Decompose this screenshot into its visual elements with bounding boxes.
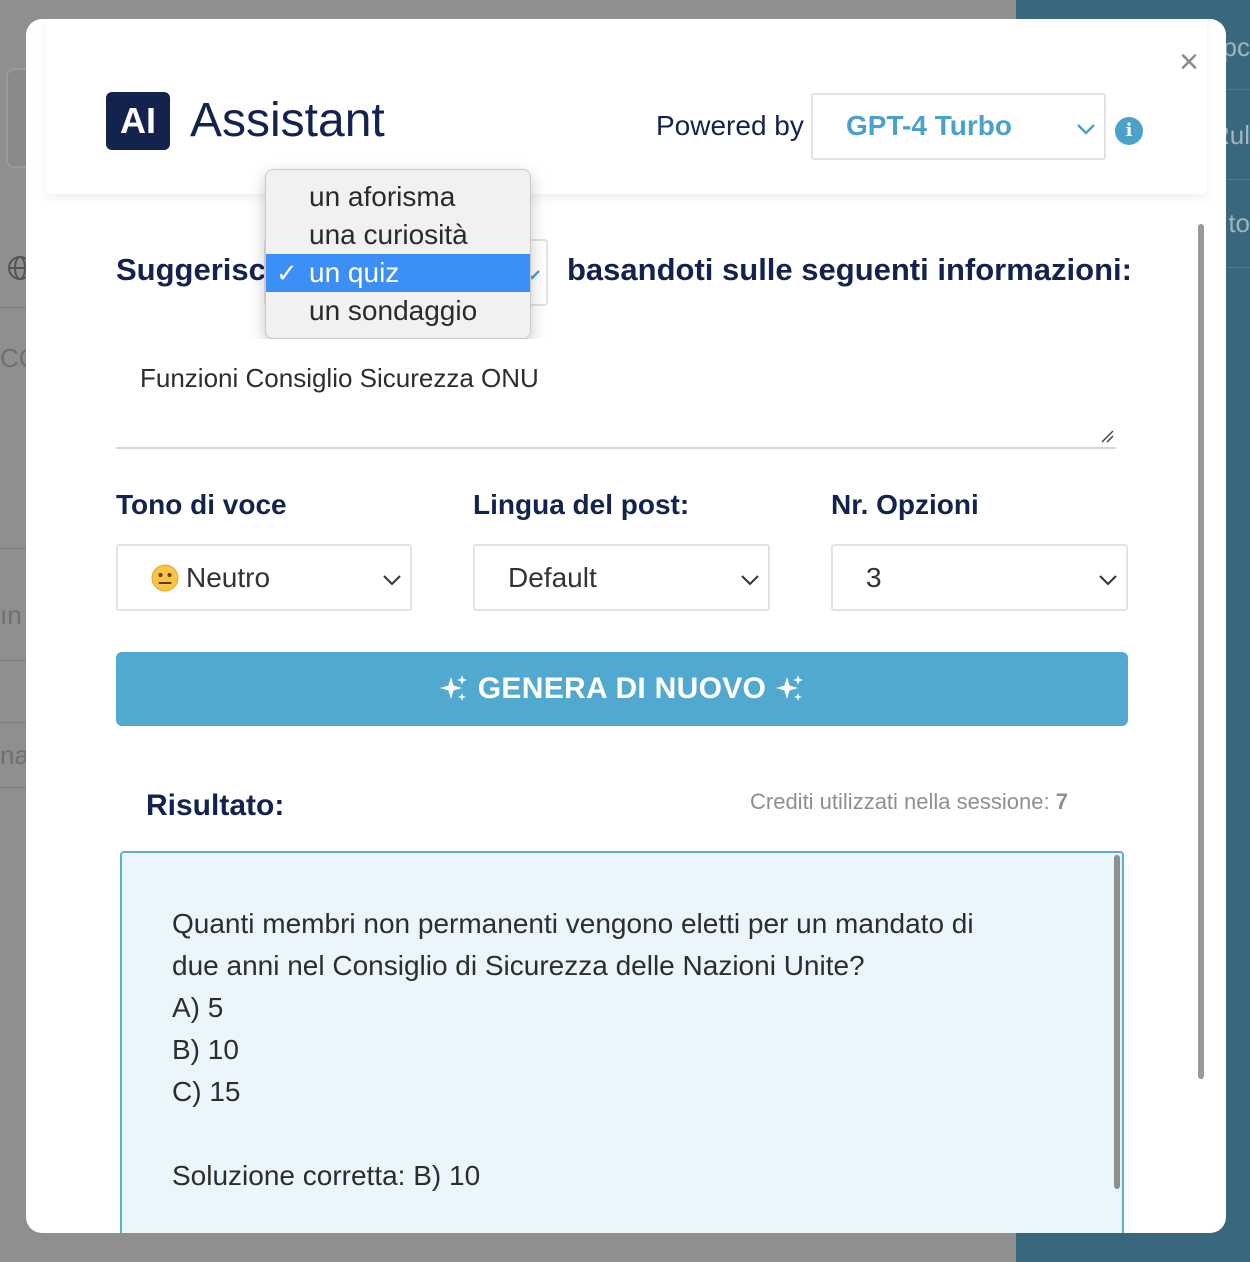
menu-item-curiosita[interactable]: una curiosità: [266, 216, 530, 254]
result-line: A) 5: [172, 992, 224, 1023]
language-select[interactable]: Default: [473, 544, 770, 611]
check-icon: ✓: [276, 258, 298, 288]
generate-again-button[interactable]: GENERA DI NUOVO: [116, 652, 1128, 726]
result-text: Quanti membri non permanenti vengono ele…: [172, 903, 1072, 1197]
language-select-value: Default: [508, 562, 597, 593]
content-type-dropdown-menu: un aforisma una curiosità ✓ un quiz un so…: [265, 169, 531, 339]
model-select[interactable]: GPT-4 Turbo: [811, 93, 1106, 160]
menu-item-sondaggio[interactable]: un sondaggio: [266, 292, 530, 330]
ai-logo-badge: AI: [106, 92, 170, 150]
close-icon[interactable]: ×: [1174, 45, 1204, 79]
background-text-fragment: ın: [0, 600, 22, 630]
sparkle-icon: [776, 675, 804, 701]
sparkle-icon: [439, 675, 467, 701]
result-line: [172, 1113, 1072, 1155]
menu-item-quiz[interactable]: ✓ un quiz: [266, 254, 530, 292]
options-count-label: Nr. Opzioni: [831, 489, 979, 520]
info-textarea[interactable]: Funzioni Consiglio Sicurezza ONU: [116, 339, 1116, 449]
result-scrollbar[interactable]: [1114, 855, 1120, 1189]
prompt-suffix-label: basandoti sulle seguenti informazioni:: [567, 252, 1132, 287]
tone-select[interactable]: Neutro: [116, 544, 412, 611]
suggest-label: Suggerisci: [116, 252, 275, 287]
options-count-select[interactable]: 3: [831, 544, 1128, 611]
result-line: due anni nel Consiglio di Sicurezza dell…: [172, 950, 865, 981]
info-textarea-value: Funzioni Consiglio Sicurezza ONU: [140, 363, 539, 393]
result-line: C) 15: [172, 1076, 241, 1107]
result-title: Risultato:: [146, 789, 285, 822]
chevron-down-icon: [741, 575, 759, 586]
language-label: Lingua del post:: [473, 489, 690, 520]
chevron-down-icon: [383, 575, 401, 586]
menu-item-aforisma[interactable]: un aforisma: [266, 178, 530, 216]
generate-again-label: GENERA DI NUOVO: [477, 672, 767, 705]
result-line: Quanti membri non permanenti vengono ele…: [172, 908, 974, 939]
resize-handle-icon[interactable]: [1100, 429, 1114, 443]
chevron-down-icon: [1077, 124, 1095, 135]
credits-value: 7: [1055, 789, 1068, 814]
chevron-down-icon: [1099, 575, 1117, 586]
modal-scrollbar[interactable]: [1198, 224, 1204, 1079]
result-output[interactable]: Quanti membri non permanenti vengono ele…: [120, 851, 1124, 1233]
tone-select-value: Neutro: [186, 562, 271, 593]
ai-assistant-modal: × AI Assistant Powered by GPT-4 Turbo i …: [26, 19, 1226, 1233]
neutral-face-icon: [151, 564, 179, 592]
result-line: Soluzione corretta: B) 10: [172, 1160, 481, 1191]
options-count-value: 3: [866, 562, 882, 593]
modal-title: Assistant: [190, 94, 385, 147]
info-icon[interactable]: i: [1115, 117, 1143, 145]
powered-by-label: Powered by: [656, 110, 804, 141]
credits-label: Crediti utilizzati nella sessione:: [750, 789, 1050, 814]
model-select-value: GPT-4 Turbo: [846, 110, 1012, 141]
result-line: B) 10: [172, 1034, 239, 1065]
tone-label: Tono di voce: [116, 489, 287, 520]
credits-counter: Crediti utilizzati nella sessione: 7: [750, 789, 1068, 815]
